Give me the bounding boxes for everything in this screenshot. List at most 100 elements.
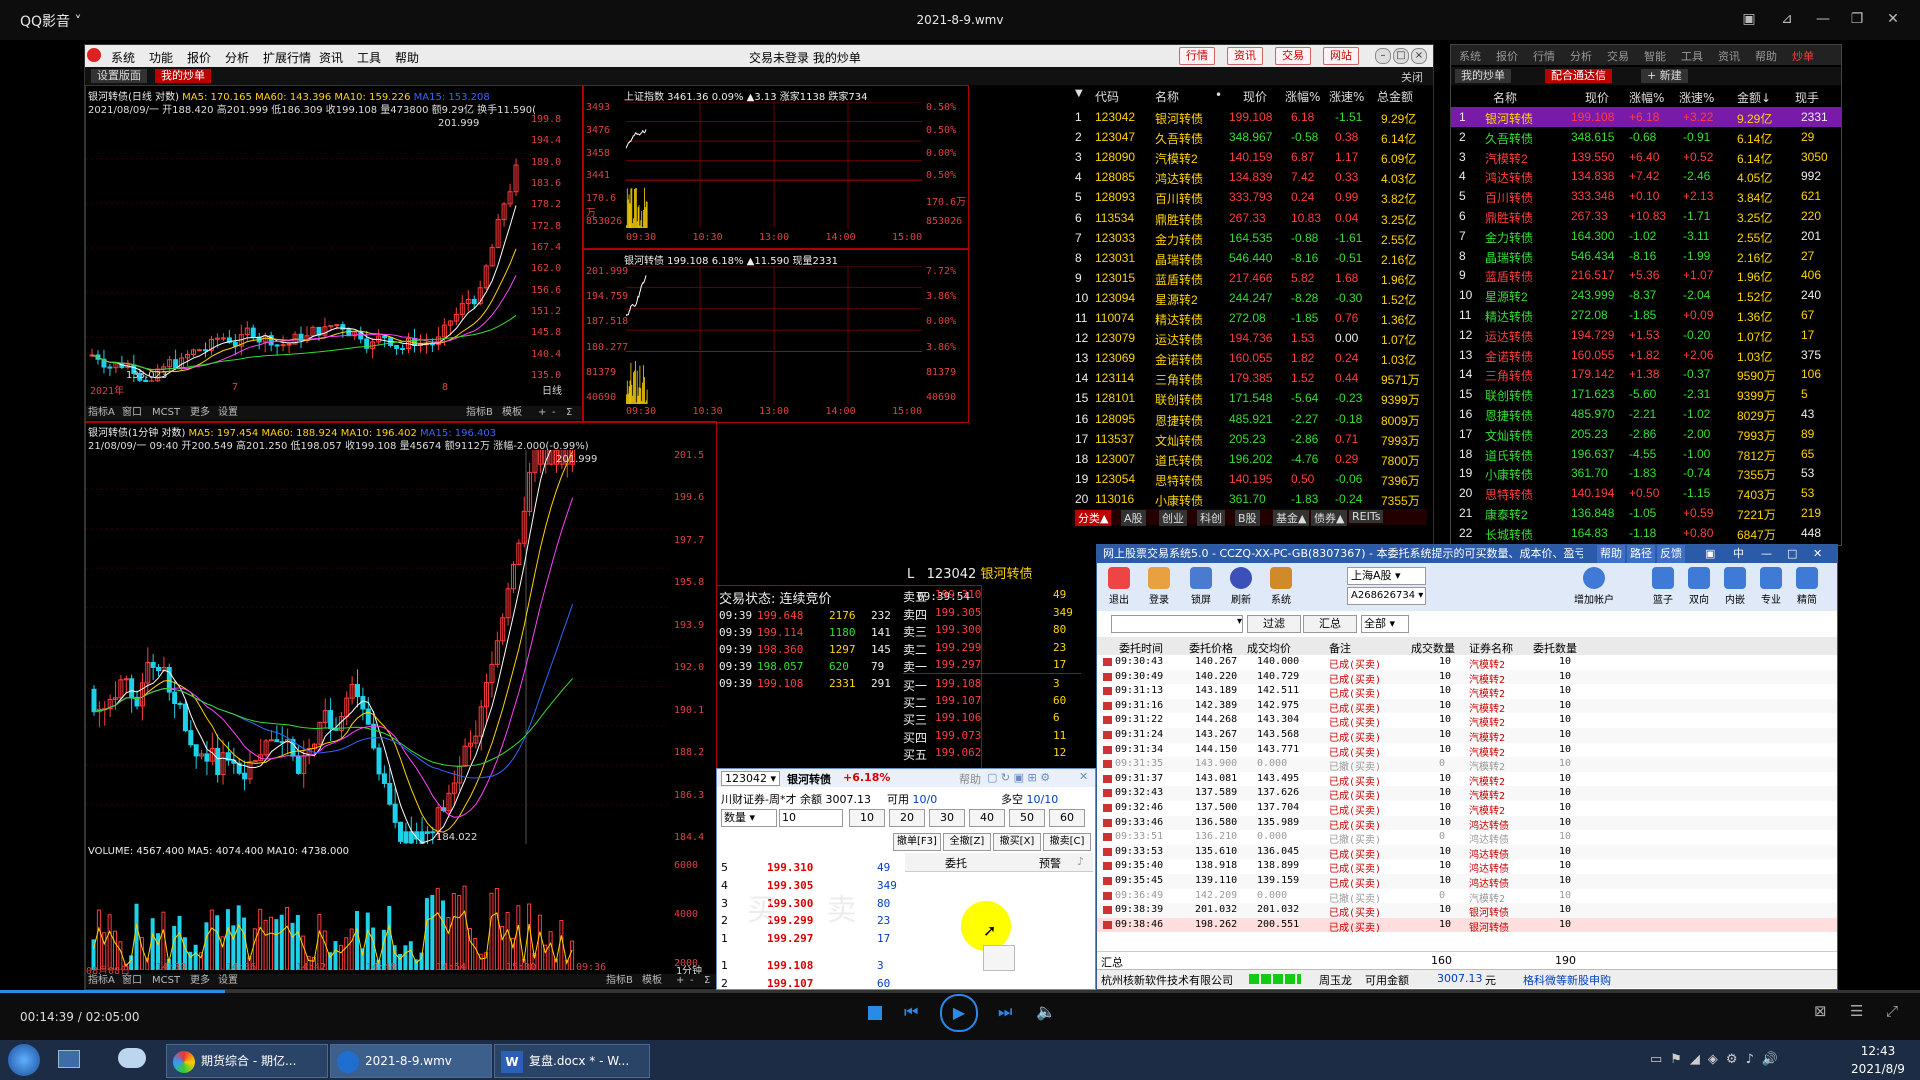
table-row[interactable]: 09:35:45 139.110 139.159 已成(买卖) 10 鸿达转债 10 <box>1097 874 1837 890</box>
table-row[interactable]: 9 蓝盾转债 216.517 +5.36 +1.07 1.96亿 406 <box>1451 265 1841 285</box>
trade-minimize-icon[interactable]: — <box>1761 545 1772 563</box>
clock-time[interactable]: 12:43 <box>1848 1044 1908 1058</box>
rcol-lot[interactable]: 现手 <box>1795 89 1819 106</box>
table-row[interactable]: 8 123031 晶瑞转债 546.440 -8.16 -0.51 2.16亿 <box>1073 248 1427 268</box>
qcol-change[interactable]: 涨幅% <box>1285 88 1320 105</box>
order-book-row[interactable]: 1 199.297 17 <box>721 932 901 949</box>
table-row[interactable]: 15 128101 联创转债 171.548 -5.64 -0.23 9399万 <box>1073 388 1427 408</box>
table-row[interactable]: 09:31:16 142.389 142.975 已成(买卖) 10 汽模转2 10 <box>1097 698 1837 715</box>
volume-icon[interactable]: 🔈 <box>1036 1002 1056 1021</box>
qcat-tab-6[interactable]: 债券▲ <box>1311 510 1348 526</box>
win-close-icon[interactable]: × <box>1411 48 1427 64</box>
daily-sigma[interactable]: Σ <box>566 406 572 420</box>
qty-preset-40[interactable]: 40 <box>969 809 1005 827</box>
stop-icon[interactable] <box>868 1006 882 1020</box>
market-select[interactable]: 上海A股 ▾ <box>1347 567 1426 585</box>
order-code-select[interactable]: 123042 ▾ <box>721 771 781 786</box>
pro-button[interactable]: 专业 <box>1753 567 1789 606</box>
daily-settings[interactable]: 设置 <box>218 406 238 420</box>
qcol-price[interactable]: 现价 <box>1243 88 1267 105</box>
menu-tools[interactable]: 工具 <box>357 49 381 66</box>
table-row[interactable]: 2 久吾转债 348.615 -0.68 -0.91 6.14亿 29 <box>1451 127 1841 147</box>
qty-input[interactable]: 10 <box>779 809 843 827</box>
table-row[interactable]: 09:31:24 143.267 143.568 已成(买卖) 10 汽模转2 10 <box>1097 728 1837 744</box>
rp-menu-9[interactable]: 炒单 <box>1792 48 1814 64</box>
rcol-name[interactable]: 名称 <box>1493 89 1517 106</box>
minute-more[interactable]: 更多 <box>190 974 210 988</box>
table-row[interactable]: 5 128093 百川转债 333.793 0.24 0.99 3.82亿 <box>1073 187 1427 207</box>
orderbook-row[interactable]: 买四 199.073 11 <box>903 726 1081 745</box>
orderbook-row[interactable]: 卖一 199.297 17 <box>903 655 1081 674</box>
table-row[interactable]: 14 三角转债 179.142 +1.38 -0.37 9590万 106 <box>1451 364 1841 384</box>
table-row[interactable]: 19 小康转债 361.70 -1.83 -0.74 7355万 53 <box>1451 463 1841 483</box>
qty-preset-50[interactable]: 50 <box>1009 809 1045 827</box>
table-row[interactable]: 16 128095 恩捷转债 485.921 -2.27 -0.18 8009万 <box>1073 409 1427 429</box>
table-row[interactable]: 17 113537 文灿转债 205.23 -2.86 0.71 7993万 <box>1073 429 1427 449</box>
ipo-link[interactable]: 格科微等新股申购 <box>1523 972 1611 988</box>
next-icon[interactable]: ⏭ <box>998 1002 1012 1022</box>
orderbook-row[interactable]: 卖四 199.305 349 <box>903 603 1081 622</box>
cloud-app-icon[interactable] <box>118 1048 146 1068</box>
cancel-btn-1[interactable]: 全撤[Z] <box>943 833 991 851</box>
table-row[interactable]: 6 鼎胜转债 267.33 +10.83 -1.71 3.25亿 220 <box>1451 206 1841 226</box>
basket-button[interactable]: 篮子 <box>1645 567 1681 606</box>
orderbook-row[interactable]: 卖二 199.299 23 <box>903 638 1081 657</box>
trade-feedback-button[interactable]: 反馈 <box>1657 545 1685 563</box>
ocol-avg[interactable]: 成交均价 <box>1247 640 1291 656</box>
table-row[interactable]: 13 123069 金诺转债 160.055 1.82 0.24 1.03亿 <box>1073 348 1427 368</box>
minute-zoom-in[interactable]: + <box>676 974 684 988</box>
trade-help-button[interactable]: 帮助 <box>1597 545 1625 563</box>
screenshot-icon[interactable]: ▣ <box>1740 10 1758 28</box>
rcol-change[interactable]: 涨幅% <box>1629 89 1664 106</box>
trade-path-button[interactable]: 路径 <box>1627 545 1655 563</box>
cancel-btn-0[interactable]: 撤单[F3] <box>893 833 941 851</box>
table-row[interactable]: 09:33:53 135.610 136.045 已成(买卖) 10 鸿达转债 10 <box>1097 844 1837 861</box>
qty-preset-60[interactable]: 60 <box>1049 809 1085 827</box>
ocol-note[interactable]: 备注 <box>1329 640 1351 656</box>
table-row[interactable]: 4 128085 鸿达转债 134.839 7.42 0.33 4.03亿 <box>1073 167 1427 187</box>
table-row[interactable]: 09:32:43 137.589 137.626 已成(买卖) 10 汽模转2 10 <box>1097 786 1837 802</box>
task-futures-app[interactable]: 期货综合 - 期亿... <box>166 1044 328 1078</box>
menu-ext-quote[interactable]: 扩展行情 <box>263 49 311 66</box>
qcat-tab-2[interactable]: 创业 <box>1159 510 1187 526</box>
rp-menu-4[interactable]: 交易 <box>1607 48 1629 64</box>
play-icon[interactable]: ▶ <box>940 994 978 1032</box>
qty-preset-10[interactable]: 10 <box>849 809 885 827</box>
qcat-tab-0[interactable]: 分类▲ <box>1075 510 1112 526</box>
table-row[interactable]: 21 康泰转2 136.848 -1.05 +0.59 7221万 219 <box>1451 503 1841 523</box>
table-row[interactable]: 09:35:40 138.918 138.899 已成(买卖) 10 鸿达转债 10 <box>1097 859 1837 875</box>
qcat-tab-7[interactable]: REITs <box>1349 510 1384 523</box>
table-row[interactable]: 1 银河转债 199.108 +6.18 +3.22 9.29亿 2331 <box>1451 107 1841 127</box>
table-row[interactable]: 09:31:34 144.150 143.771 已成(买卖) 10 汽模转2 10 <box>1097 743 1837 759</box>
seek-track[interactable] <box>0 990 1920 993</box>
task-video-player[interactable]: 2021-8-9.wmv <box>330 1044 492 1078</box>
daily-zoom-out[interactable]: - <box>552 406 556 420</box>
previous-icon[interactable]: ⏮ <box>904 1002 918 1022</box>
table-row[interactable]: 20 思特转债 140.194 +0.50 -1.15 7403万 53 <box>1451 483 1841 503</box>
embed-button[interactable]: 内嵌 <box>1717 567 1753 606</box>
refresh-button[interactable]: 刷新 <box>1223 567 1259 606</box>
minute-indicator-a[interactable]: 指标A <box>88 974 115 988</box>
win-maximize-icon[interactable]: □ <box>1393 48 1409 64</box>
qcol-name[interactable]: 名称 <box>1155 88 1179 105</box>
bell-icon[interactable]: ♪ <box>1077 855 1084 868</box>
table-row[interactable]: 3 汽模转2 139.550 +6.40 +0.52 6.14亿 3050 <box>1451 147 1841 167</box>
ocol-time[interactable]: 委托时间 <box>1119 640 1163 656</box>
daily-indicator-a[interactable]: 指标A <box>88 406 115 420</box>
add-account-button[interactable]: 增加帐户 <box>1567 567 1621 606</box>
table-row[interactable]: 11 精达转债 272.08 -1.85 +0.09 1.36亿 67 <box>1451 305 1841 325</box>
minute-mcst[interactable]: MCST <box>152 974 180 988</box>
table-row[interactable]: 09:31:13 143.189 142.511 已成(买卖) 10 汽模转2 10 <box>1097 684 1837 700</box>
rcol-amount[interactable]: 金额↓ <box>1737 89 1771 106</box>
bidirection-button[interactable]: 双向 <box>1681 567 1717 606</box>
table-row[interactable]: 16 恩捷转债 485.970 -2.21 -1.02 8029万 43 <box>1451 404 1841 424</box>
table-row[interactable]: 8 晶瑞转债 546.434 -8.16 -1.99 2.16亿 27 <box>1451 246 1841 266</box>
table-row[interactable]: 3 128090 汽模转2 140.159 6.87 1.17 6.09亿 <box>1073 147 1427 167</box>
orderbook-row[interactable]: 买五 199.062 12 <box>903 743 1081 762</box>
orderbook-row[interactable]: 买一 199.108 3 <box>903 673 1081 693</box>
tab-orders[interactable]: 委托 <box>945 855 967 871</box>
daily-candlestick-chart[interactable]: 201.999 133.023 <box>86 114 528 382</box>
daily-period-label[interactable]: 日线 <box>542 382 562 397</box>
table-row[interactable]: 5 百川转债 333.348 +0.10 +2.13 3.84亿 621 <box>1451 186 1841 206</box>
minimize-icon[interactable]: — <box>1814 10 1832 28</box>
